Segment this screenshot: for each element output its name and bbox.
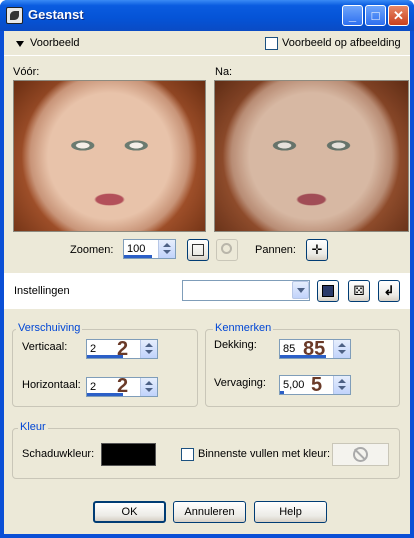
horizontal-annotation: 2	[117, 375, 129, 397]
chevron-down-icon[interactable]	[292, 281, 309, 299]
fill-color-swatch[interactable]	[332, 443, 389, 466]
shadow-color-swatch[interactable]	[101, 443, 156, 466]
zoom-spinner[interactable]: 100	[123, 239, 176, 259]
portrait-image	[14, 81, 205, 231]
fill-inside-label: Binnenste vullen met kleur:	[198, 448, 331, 460]
magnifier-icon	[221, 243, 232, 254]
zoom-label: Zoomen:	[70, 244, 114, 256]
blur-label: Vervaging:	[214, 377, 266, 389]
portrait-image	[215, 81, 408, 231]
spin-arrows-icon[interactable]	[333, 340, 350, 358]
vertical-annotation: 2	[117, 338, 129, 360]
preview-toggle[interactable]: Voorbeeld	[30, 37, 80, 49]
zoom-bar	[124, 255, 152, 258]
window-title: Gestanst	[28, 7, 84, 22]
fit-icon	[192, 244, 204, 256]
opacity-value: 85	[283, 343, 296, 355]
zoom-value: 100	[127, 243, 146, 255]
close-button[interactable]: ✕	[388, 5, 409, 26]
save-preset-button[interactable]	[317, 280, 339, 302]
after-preview-image[interactable]	[214, 80, 409, 232]
cancel-button[interactable]: Annuleren	[173, 501, 246, 523]
zoom-fit-button[interactable]	[187, 239, 209, 261]
help-button[interactable]: Help	[254, 501, 327, 523]
before-label: Vóór:	[13, 66, 40, 78]
after-label: Na:	[215, 66, 233, 78]
vertical-label: Verticaal:	[22, 341, 68, 353]
horizontal-value: 2	[90, 381, 97, 393]
randomize-button[interactable]: ⚄	[348, 280, 370, 302]
shadow-color-label: Schaduwkleur:	[22, 448, 95, 460]
opacity-annotation: 85	[303, 338, 326, 360]
horizontal-label: Horizontaal:	[22, 379, 81, 391]
fill-inside-checkbox[interactable]	[181, 448, 194, 461]
spin-arrows-icon[interactable]	[140, 378, 157, 396]
color-group-title: Kleur	[18, 421, 48, 433]
pan-label: Pannen:	[255, 244, 296, 256]
no-color-slash	[353, 448, 367, 461]
spin-arrows-icon[interactable]	[333, 376, 350, 394]
preview-on-image-checkbox[interactable]	[265, 37, 278, 50]
blur-value: 5,00	[283, 379, 305, 391]
minimize-button[interactable]: _	[342, 5, 363, 26]
opacity-label: Dekking:	[214, 339, 257, 351]
blur-bar	[280, 391, 284, 394]
pan-button[interactable]: ✛	[306, 239, 328, 261]
settings-label: Instellingen	[14, 285, 70, 297]
spin-arrows-icon[interactable]	[140, 340, 157, 358]
offset-group-title: Verschuiving	[16, 322, 83, 334]
properties-group-title: Kenmerken	[213, 322, 274, 334]
no-color-icon	[353, 447, 368, 462]
vertical-value: 2	[90, 343, 97, 355]
collapse-arrow-icon[interactable]	[16, 41, 24, 51]
divider	[4, 55, 410, 56]
before-preview-image[interactable]	[13, 80, 206, 232]
title-bar[interactable]: Gestanst _ □ ✕	[0, 0, 414, 31]
maximize-button[interactable]: □	[365, 5, 386, 26]
dialog-body: Voorbeeld Voorbeeld op afbeelding Vóór: …	[4, 31, 410, 534]
spin-arrows-icon[interactable]	[158, 240, 175, 258]
reset-button[interactable]: ↲	[378, 280, 400, 302]
preset-dropdown[interactable]	[182, 280, 310, 301]
app-icon	[6, 7, 23, 24]
zoom-tool-button[interactable]	[216, 239, 238, 261]
blur-annotation: 5	[311, 374, 323, 396]
ok-button[interactable]: OK	[93, 501, 166, 523]
dialog-window: Gestanst _ □ ✕ Voorbeeld Voorbeeld op af…	[0, 0, 414, 538]
preview-on-image-label: Voorbeeld op afbeelding	[282, 37, 401, 49]
floppy-icon	[322, 285, 334, 297]
